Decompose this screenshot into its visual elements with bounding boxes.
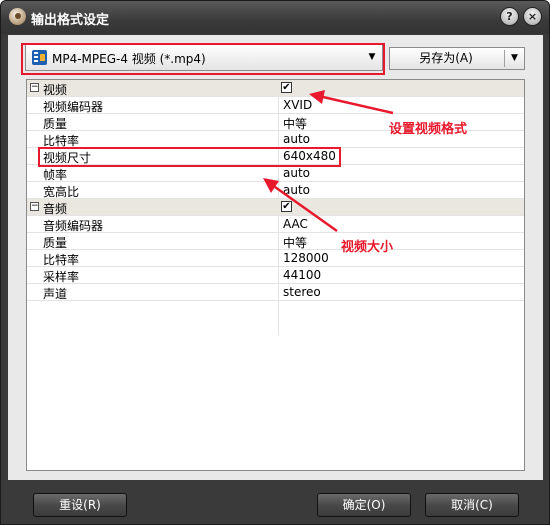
size-arrow-line — [274, 185, 338, 233]
size-arrowhead — [263, 178, 279, 193]
output-format-dialog: 输出格式设定 ? × MP4-MPEG-4 视频 (*.mp4) ▼ 另存为(A… — [0, 0, 550, 525]
format-arrowhead — [309, 90, 325, 104]
format-arrow-line — [322, 95, 394, 115]
format-annotation: 设置视频格式 — [389, 122, 468, 137]
annotation-arrows — [263, 90, 394, 233]
size-annotation: 视频大小 — [341, 240, 394, 255]
